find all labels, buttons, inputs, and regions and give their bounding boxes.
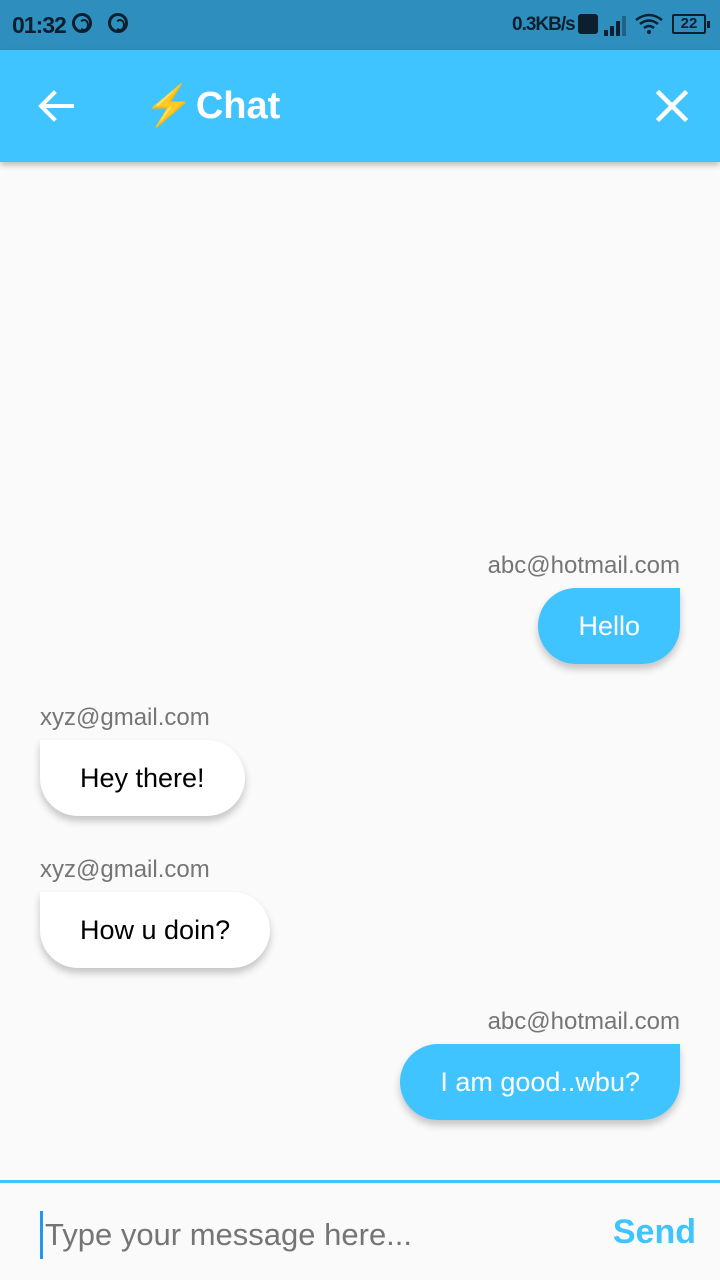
status-bar: 01:32 0.3KB/s 22 [0,0,720,50]
back-button[interactable] [28,80,84,132]
message-composer: Send [0,1180,720,1280]
message-sender: xyz@gmail.com [40,856,210,883]
arrow-back-icon [38,90,74,122]
battery-icon: 22 [672,14,710,34]
close-icon [655,89,689,123]
message-sender: abc@hotmail.com [487,552,680,579]
message-item: abc@hotmail.com Hello [488,552,680,664]
close-button[interactable] [646,80,698,132]
status-time: 01:32 [12,12,67,38]
app-title: ⚡ Chat [144,80,280,132]
message-item: abc@hotmail.com I am good..wbu? [400,1008,680,1120]
message-sender: abc@hotmail.com [487,1008,680,1035]
wifi-icon [635,13,663,34]
message-list[interactable]: abc@hotmail.com Hello xyz@gmail.com Hey … [0,162,720,1180]
lightning-icon: ⚡ [144,84,194,128]
send-button[interactable]: Send [613,1213,696,1252]
page-title: Chat [195,84,281,127]
message-input[interactable] [40,1211,587,1259]
notification-icon [108,13,128,33]
message-bubble: Hey there! [40,740,245,816]
message-bubble: How u doin? [40,892,271,968]
notification-icon [72,13,92,33]
app-bar: ⚡ Chat [0,50,720,162]
volte-icon [578,14,598,34]
message-bubble: I am good..wbu? [400,1044,680,1120]
message-item: xyz@gmail.com Hey there! [40,704,245,816]
signal-icon [602,14,628,36]
message-item: xyz@gmail.com How u doin? [40,856,271,968]
message-sender: xyz@gmail.com [40,704,210,731]
message-bubble: Hello [538,588,680,664]
network-speed: 0.3KB/s [512,14,576,35]
